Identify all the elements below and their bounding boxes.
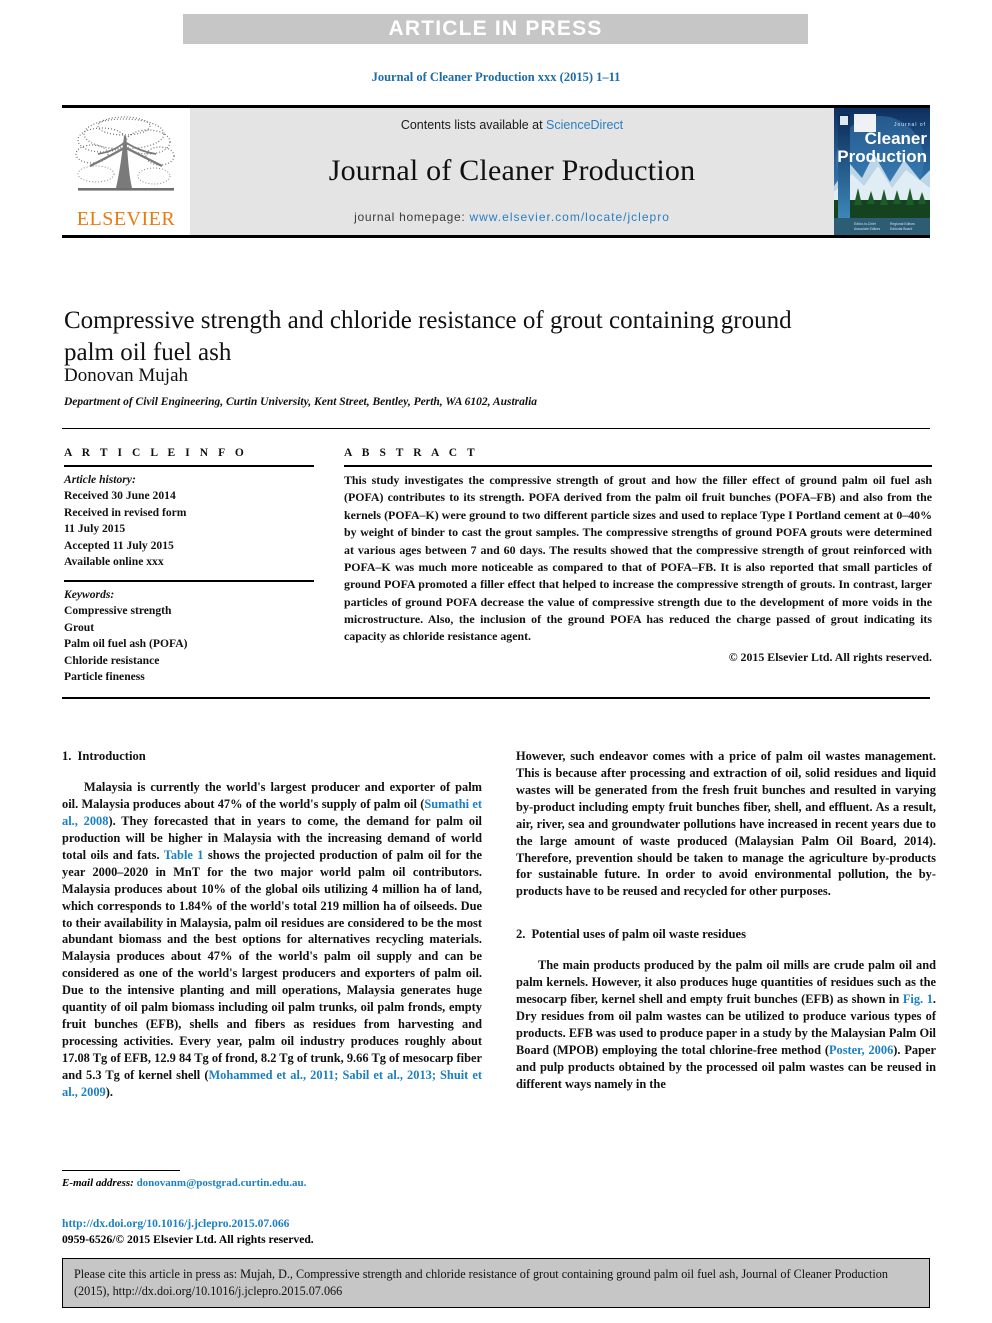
history-item: 11 July 2015 (64, 522, 126, 536)
email-footnote: E-mail address: donovanm@postgrad.curtin… (62, 1170, 482, 1189)
doi-link[interactable]: http://dx.doi.org/10.1016/j.jclepro.2015… (62, 1216, 522, 1232)
history-item: Received in revised form (64, 505, 187, 519)
email-link[interactable]: donovanm@postgrad.curtin.edu.au. (137, 1177, 307, 1189)
contents-prefix: Contents lists available at (400, 118, 547, 132)
keyword-item: Chloride resistance (64, 653, 160, 667)
citation-notice-text: Please cite this article in press as: Mu… (74, 1267, 888, 1299)
journal-reference-line: Journal of Cleaner Production xxx (2015)… (371, 70, 621, 84)
citation-notice-box: Please cite this article in press as: Mu… (62, 1258, 930, 1308)
elsevier-tree-icon (75, 116, 175, 191)
body-column-left: 1. Introduction Malaysia is currently the… (62, 748, 482, 1101)
journal-title: Journal of Cleaner Production (328, 154, 696, 187)
section-title: Potential uses of palm oil waste residue… (531, 927, 747, 942)
contents-list-line: Contents lists available at ScienceDirec… (401, 118, 623, 132)
article-history-label: Article history: (64, 473, 136, 486)
article-history-group: Article history: Received 30 June 2014 R… (64, 472, 314, 571)
svg-text:Production: Production (837, 147, 927, 166)
article-info-rule (64, 465, 314, 467)
abstract-text: This study investigates the compressive … (344, 473, 932, 644)
footnote-line: E-mail address: donovanm@postgrad.curtin… (62, 1177, 482, 1189)
text-run: However, such endeavor comes with a pric… (516, 749, 936, 899)
svg-text:Editor-in-Chief: Editor-in-Chief (854, 222, 876, 226)
author-affiliation: Department of Civil Engineering, Curtin … (64, 396, 538, 408)
section-title: Introduction (77, 749, 146, 763)
figure-link[interactable]: Fig. 1 (903, 992, 933, 1006)
abstract-column: A B S T R A C T This study investigates … (344, 447, 932, 665)
svg-text:Editorial Board: Editorial Board (890, 227, 912, 231)
page-title: Compressive strength and chloride resist… (64, 306, 792, 366)
journal-homepage-line: journal homepage: www.elsevier.com/locat… (354, 210, 670, 224)
issn-copyright-line: 0959-6526/© 2015 Elsevier Ltd. All right… (62, 1232, 314, 1246)
elsevier-logo: ELSEVIER (62, 108, 190, 235)
article-page: ARTICLE IN PRESS Journal of Cleaner Prod… (0, 0, 992, 1323)
svg-text:Cleaner: Cleaner (865, 129, 928, 148)
masthead-center: Contents lists available at ScienceDirec… (190, 108, 834, 235)
article-in-press-label: ARTICLE IN PRESS (388, 17, 603, 40)
keywords-group: Keywords: Compressive strength Grout Pal… (64, 587, 314, 686)
author-name: Donovan Mujah (64, 365, 189, 386)
svg-text:Journal of: Journal of (894, 122, 926, 128)
keyword-item: Grout (64, 620, 95, 634)
abstract-rule (344, 465, 932, 467)
svg-text:Regional Editors: Regional Editors (890, 222, 915, 226)
keyword-item: Palm oil fuel ash (POFA) (64, 637, 188, 651)
history-item: Received 30 June 2014 (64, 489, 176, 503)
paragraph-intro-1: Malaysia is currently the world's larges… (62, 779, 482, 1101)
keyword-item: Particle fineness (64, 669, 145, 683)
keywords-label: Keywords: (64, 587, 115, 601)
text-run: Malaysia is currently the world's larges… (62, 780, 482, 812)
text-run: shows the projected production of palm o… (62, 847, 483, 1082)
section-number: 1. (62, 749, 72, 763)
text-run: ). (105, 1084, 113, 1099)
history-item: Accepted 11 July 2015 (64, 538, 174, 552)
homepage-url-link[interactable]: www.elsevier.com/locate/jclepro (469, 210, 669, 224)
info-abstract-divider (62, 428, 930, 429)
doi-block: http://dx.doi.org/10.1016/j.jclepro.2015… (62, 1216, 522, 1247)
elsevier-wordmark: ELSEVIER (76, 208, 176, 230)
section-heading-introduction: 1. Introduction (62, 748, 482, 765)
article-in-press-banner: ARTICLE IN PRESS (183, 14, 808, 44)
history-item: Available online xxx (64, 555, 164, 569)
cover-art-image: Journal of Cleaner Production Editor-in-… (834, 108, 930, 235)
paragraph-potential-1: The main products produced by the palm o… (516, 957, 936, 1092)
journal-cover-thumbnail: Journal of Cleaner Production Editor-in-… (834, 108, 930, 235)
email-label: E-mail address: (62, 1177, 134, 1189)
body-column-right: However, such endeavor comes with a pric… (516, 748, 936, 1093)
keyword-item: Compressive strength (64, 604, 172, 618)
svg-text:Associate Editors: Associate Editors (854, 227, 880, 231)
article-info-column: A R T I C L E I N F O Article history: R… (64, 447, 314, 685)
abstract-copyright: © 2015 Elsevier Ltd. All rights reserved… (728, 649, 932, 664)
section-number: 2. (516, 927, 526, 942)
text-run: The main products produced by the palm o… (516, 958, 936, 1007)
keywords-divider (64, 579, 314, 582)
body-divider (62, 697, 930, 699)
section-heading-potential-uses: 2. Potential uses of palm oil waste resid… (516, 926, 936, 943)
homepage-label: journal homepage: (354, 210, 470, 224)
footnote-rule (62, 1170, 180, 1171)
abstract-heading: A B S T R A C T (344, 447, 479, 459)
table-link[interactable]: Table 1 (164, 848, 204, 862)
article-info-heading: A R T I C L E I N F O (64, 447, 248, 459)
citation-link[interactable]: Poster, 2006 (829, 1043, 893, 1057)
journal-masthead: ELSEVIER Contents lists available at Sci… (62, 105, 930, 238)
sciencedirect-link[interactable]: ScienceDirect (546, 118, 623, 132)
paragraph-intro-2: However, such endeavor comes with a pric… (516, 748, 936, 900)
